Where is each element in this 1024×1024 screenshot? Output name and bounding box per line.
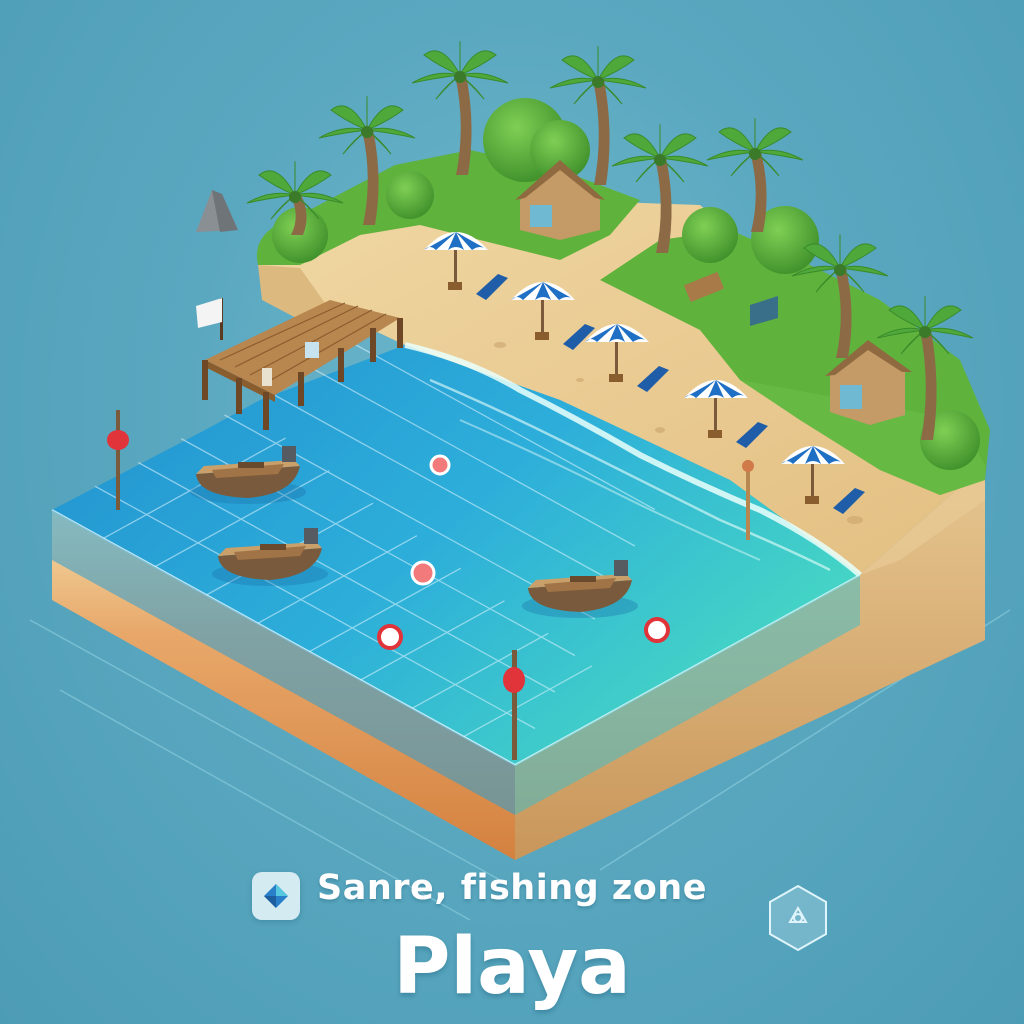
hexagon-emblem-icon bbox=[769, 884, 827, 952]
zone-subtitle: Sanre, fishing zone bbox=[317, 868, 707, 908]
hexagon-emblem-badge[interactable] bbox=[760, 880, 836, 956]
sea-rock bbox=[196, 190, 238, 232]
zone-title: Playa bbox=[393, 922, 631, 1012]
